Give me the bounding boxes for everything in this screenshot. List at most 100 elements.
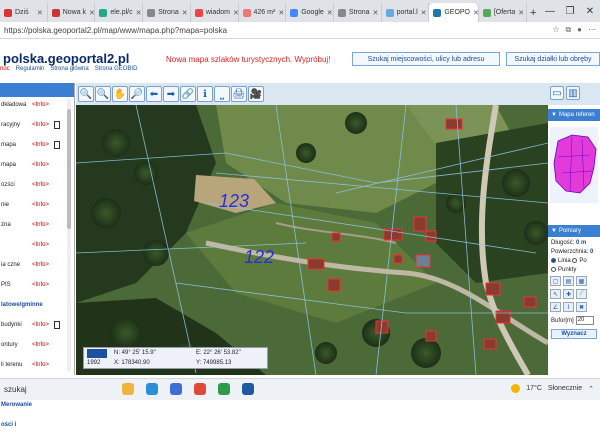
layer-info-link[interactable]: <Info>	[32, 202, 49, 208]
zoom-out-icon[interactable]: 🔍	[95, 86, 111, 102]
layer-info-link[interactable]: <Info>	[32, 102, 49, 108]
print-icon[interactable]: 🖨	[231, 86, 247, 102]
open-folder-icon[interactable]: ▤	[563, 276, 574, 287]
browser-tab[interactable]: Dziś ✕	[0, 3, 48, 22]
file-explorer-icon[interactable]	[122, 383, 134, 395]
layer-item[interactable]: PIS <Info>	[0, 277, 74, 297]
browser-tab[interactable]: ele.pl/c ✕	[95, 3, 144, 22]
taskbar-search[interactable]: szukaj	[4, 385, 27, 394]
layer-name[interactable]: zna	[1, 222, 11, 228]
clear-icon[interactable]: ✖	[576, 302, 587, 313]
aerial-map[interactable]: 123 122	[76, 83, 548, 375]
layer-name[interactable]: ontury	[1, 342, 18, 348]
nav-help[interactable]: noc	[0, 66, 10, 72]
layer-info-link[interactable]: <Info>	[32, 242, 49, 248]
layer-document-icon[interactable]	[54, 321, 60, 329]
nav-geobid[interactable]: Strona GEOBID	[95, 66, 138, 72]
layer-name[interactable]: mapa	[1, 142, 16, 148]
promo-banner[interactable]: Nowa mapa szlaków turystycznych. Wypróbu…	[166, 55, 330, 64]
app-icon[interactable]	[194, 383, 206, 395]
tab-close-icon[interactable]: ✕	[327, 9, 333, 17]
layer-item[interactable]: nie <Info>	[0, 197, 74, 217]
search-address-button[interactable]: Szukaj miejscowości, ulicy lub adresu	[352, 52, 500, 66]
layer-info-link[interactable]: <Info>	[32, 222, 49, 228]
tray-chevron-icon[interactable]: ⌃	[588, 385, 594, 393]
layer-info-link[interactable]: <Info>	[32, 322, 49, 328]
map-view[interactable]: 123 122 🔍 🔍 ✋ 🔎 ⬅ ➡ 🔗 ℹ ⎵ 🖨 🎥 1992 N: 49° 25' 15.9…	[76, 83, 548, 375]
reference-map-header[interactable]: ▼ Mapa referen	[548, 109, 600, 121]
new-file-icon[interactable]: ▢	[550, 276, 561, 287]
measure-icon[interactable]: ⎵	[214, 86, 230, 102]
mode-points-radio[interactable]	[551, 267, 556, 273]
layer-name[interactable]: ozści	[1, 182, 15, 188]
layer-name[interactable]: nie	[1, 202, 9, 208]
layer-name[interactable]: racyjny	[1, 122, 20, 128]
compute-button[interactable]: Wyznacz	[551, 329, 597, 340]
edge-icon[interactable]	[146, 383, 158, 395]
minimize-button[interactable]: —	[540, 6, 560, 17]
browser-tab[interactable]: 426 m² ✕	[239, 3, 287, 22]
layer-name[interactable]: PIS	[1, 282, 11, 288]
tab-close-icon[interactable]: ✕	[89, 9, 94, 17]
layer-item[interactable]: racyjny <Info>	[0, 117, 74, 137]
chrome-icon[interactable]	[218, 383, 230, 395]
reference-minimap[interactable]	[550, 127, 598, 203]
tab-close-icon[interactable]: ✕	[37, 9, 43, 17]
measurements-header[interactable]: ▼ Pomiary	[548, 225, 600, 237]
zoom-box-icon[interactable]: 🔎	[129, 86, 145, 102]
save-icon[interactable]: ▦	[576, 276, 587, 287]
layer-item[interactable]: ości i	[0, 417, 74, 437]
layer-info-link[interactable]: <Info>	[32, 122, 49, 128]
layer-item[interactable]: dkładowa <Info>	[0, 97, 74, 117]
scrollbar-thumb[interactable]	[67, 109, 71, 229]
search-parcel-button[interactable]: Szukaj działki lub obręby	[506, 52, 600, 66]
parcel-label-123[interactable]: 123	[219, 191, 249, 211]
layout-icon[interactable]: ▭	[550, 86, 564, 100]
layer-item[interactable]: ontury <Info>	[0, 337, 74, 357]
panel-toggle-icon[interactable]: ▥	[566, 86, 580, 100]
site-logo[interactable]: polska.geoportal2.pl	[3, 51, 129, 66]
pan-icon[interactable]: ✋	[112, 86, 128, 102]
layer-name[interactable]: budynki	[1, 322, 22, 328]
layer-name[interactable]: ości i	[1, 422, 16, 428]
polyline-icon[interactable]: ⌇	[563, 302, 574, 313]
buffer-input[interactable]: 20	[575, 316, 594, 326]
layer-item[interactable]: latowe/gminne	[0, 297, 74, 317]
link-icon[interactable]: 🔗	[180, 86, 196, 102]
info-icon[interactable]: ℹ	[197, 86, 213, 102]
tab-close-icon[interactable]: ✕	[182, 9, 188, 17]
nav-home[interactable]: Strona główna	[50, 66, 88, 72]
parcel-label-122[interactable]: 122	[244, 247, 274, 267]
browser-tab[interactable]: Google ✕	[286, 3, 334, 22]
browser-tab[interactable]: GEOPO ✕	[429, 3, 479, 22]
layer-info-link[interactable]: <Info>	[32, 142, 49, 148]
browser-tab[interactable]: Strona ✕	[143, 3, 191, 22]
layer-name[interactable]: ia czne	[1, 262, 20, 268]
profile-icon[interactable]: ●	[577, 25, 582, 35]
tab-close-icon[interactable]: ✕	[136, 9, 142, 17]
camera-icon[interactable]: 🎥	[248, 86, 264, 102]
close-window-button[interactable]: ✕	[580, 6, 600, 17]
line-icon[interactable]: ⟋	[576, 289, 587, 300]
measure-angle-icon[interactable]: ∠	[550, 302, 561, 313]
layer-name[interactable]: dkładowa	[1, 102, 26, 108]
weather-text[interactable]: Słonecznie	[548, 385, 582, 392]
layer-info-link[interactable]: <Info>	[32, 342, 49, 348]
nav-regulamin[interactable]: Regulamin	[16, 66, 45, 72]
forward-icon[interactable]: ➡	[163, 86, 179, 102]
mode-area-radio[interactable]	[572, 258, 578, 263]
browser-tab[interactable]: Nowa k ✕	[48, 3, 96, 22]
extensions-icon[interactable]: ⧉	[565, 25, 571, 35]
layer-item[interactable]: budynki <Info>	[0, 317, 74, 337]
menu-icon[interactable]: ⋯	[588, 25, 596, 35]
url-text[interactable]: https://polska.geoportal2.pl/map/www/map…	[4, 26, 227, 35]
layer-info-link[interactable]: <Info>	[32, 162, 49, 168]
layer-item[interactable]: mapa <Info>	[0, 137, 74, 157]
layer-name[interactable]: Merowanie	[1, 402, 32, 408]
store-icon[interactable]	[170, 383, 182, 395]
layer-name[interactable]: latowe/gminne	[1, 302, 43, 308]
zoom-in-icon[interactable]: 🔍	[78, 86, 94, 102]
back-icon[interactable]: ⬅	[146, 86, 162, 102]
layer-info-link[interactable]: <Info>	[32, 282, 49, 288]
layer-info-link[interactable]: <Info>	[32, 182, 49, 188]
